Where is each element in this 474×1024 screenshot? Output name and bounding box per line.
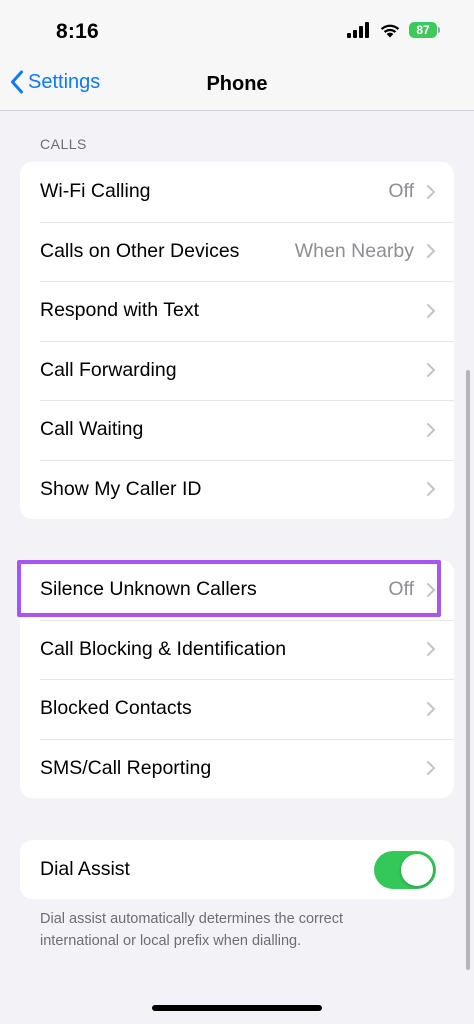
battery-tip: [438, 27, 440, 33]
calls-group: Wi-Fi Calling Off Calls on Other Devices…: [20, 162, 454, 519]
chevron-right-icon: [427, 482, 435, 497]
row-calls-on-other-devices[interactable]: Calls on Other Devices When Nearby: [20, 221, 454, 282]
home-indicator[interactable]: [152, 1005, 322, 1011]
row-value: When Nearby: [294, 239, 414, 262]
row-accessory: When Nearby: [295, 240, 436, 263]
status-bar: 8:16 87: [0, 0, 474, 64]
row-accessory: [426, 760, 436, 776]
row-accessory: [426, 422, 436, 438]
row-show-my-caller-id[interactable]: Show My Caller ID: [20, 459, 454, 520]
battery-level: 87: [409, 22, 437, 38]
row-accessory: Off: [388, 578, 436, 601]
row-sms-call-reporting[interactable]: SMS/Call Reporting: [20, 738, 454, 799]
chevron-right-icon: [427, 582, 435, 597]
row-accessory: [426, 481, 436, 497]
row-silence-unknown-callers[interactable]: Silence Unknown Callers Off: [20, 560, 454, 620]
row-value: Off: [388, 180, 414, 203]
row-label: Call Forwarding: [40, 358, 177, 381]
chevron-right-icon: [427, 642, 435, 657]
wifi-icon: [380, 24, 400, 38]
scrollbar[interactable]: [466, 370, 470, 970]
row-label: SMS/Call Reporting: [40, 756, 212, 779]
chevron-right-icon: [427, 184, 435, 199]
row-label: Respond with Text: [40, 299, 199, 322]
toggle-knob: [401, 853, 433, 886]
row-label: Show My Caller ID: [40, 477, 202, 500]
row-call-blocking-identification[interactable]: Call Blocking & Identification: [20, 619, 454, 680]
row-label: Silence Unknown Callers: [40, 578, 257, 601]
row-dial-assist: Dial Assist: [20, 840, 454, 899]
page-title: Phone: [206, 73, 268, 95]
chevron-right-icon: [427, 422, 435, 437]
row-accessory: Off: [388, 180, 436, 203]
cellular-signal-icon: [347, 22, 369, 38]
chevron-right-icon: [427, 761, 435, 776]
row-label: Wi-Fi Calling: [40, 180, 151, 203]
row-accessory: [426, 701, 436, 717]
dial-assist-footnote: Dial assist automatically determines the…: [40, 911, 344, 949]
status-time: 8:16: [56, 20, 99, 43]
navigation-bar: Settings Phone: [0, 64, 474, 111]
row-value: Off: [388, 578, 414, 601]
row-accessory: [426, 641, 436, 657]
row-label: Calls on Other Devices: [40, 239, 240, 262]
row-call-waiting[interactable]: Call Waiting: [20, 400, 454, 460]
chevron-right-icon: [427, 701, 435, 716]
row-accessory: [426, 362, 436, 378]
row-label: Call Waiting: [40, 418, 144, 441]
chevron-right-icon: [427, 244, 435, 259]
status-icons: 87: [347, 22, 440, 38]
dial-assist-group: Dial Assist: [20, 840, 454, 899]
chevron-right-icon: [427, 363, 435, 378]
dial-assist-toggle[interactable]: [374, 850, 436, 889]
blocking-group: Silence Unknown Callers Off Call Blockin…: [20, 560, 454, 798]
chevron-right-icon: [427, 303, 435, 318]
calls-section-header: CALLS: [40, 136, 87, 152]
row-blocked-contacts[interactable]: Blocked Contacts: [20, 679, 454, 739]
row-label: Call Blocking & Identification: [40, 637, 287, 660]
battery-indicator: 87: [409, 22, 440, 38]
row-respond-with-text[interactable]: Respond with Text: [20, 281, 454, 341]
row-label: Dial Assist: [40, 858, 130, 880]
row-wifi-calling[interactable]: Wi-Fi Calling Off: [20, 162, 454, 222]
row-accessory: [426, 303, 436, 319]
row-call-forwarding[interactable]: Call Forwarding: [20, 340, 454, 401]
row-label: Blocked Contacts: [40, 697, 192, 720]
